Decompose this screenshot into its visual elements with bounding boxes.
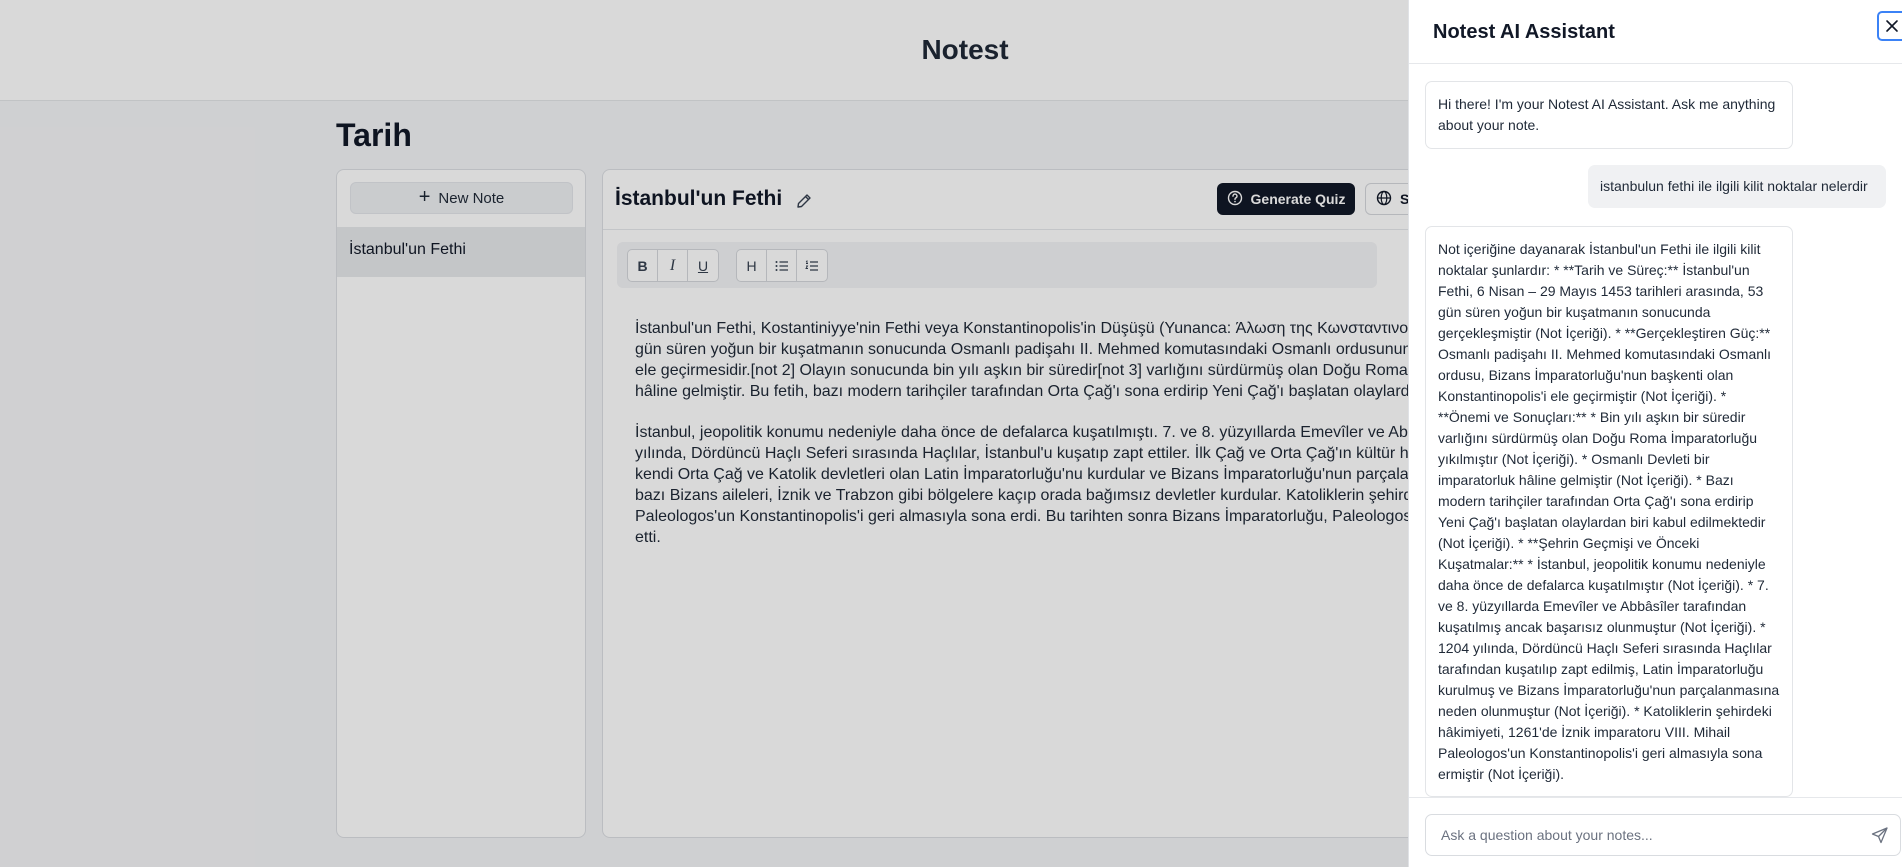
send-icon — [1871, 827, 1888, 844]
user-message: istanbulun fethi ile ilgili kilit noktal… — [1588, 165, 1886, 208]
close-button[interactable] — [1877, 11, 1902, 41]
send-button[interactable] — [1871, 826, 1889, 844]
assistant-title: Notest AI Assistant — [1433, 21, 1615, 43]
modal-backdrop[interactable] — [0, 0, 1408, 867]
ai-assistant-panel: Notest AI Assistant Hi there! I'm your N… — [1408, 0, 1902, 867]
assistant-message: Hi there! I'm your Notest AI Assistant. … — [1425, 81, 1793, 149]
close-icon — [1886, 20, 1898, 32]
assistant-header: Notest AI Assistant — [1409, 0, 1902, 64]
assistant-message: Not içeriğine dayanarak İstanbul'un Feth… — [1425, 226, 1793, 797]
assistant-input-bar — [1409, 797, 1902, 867]
ask-question-input[interactable] — [1425, 814, 1901, 856]
